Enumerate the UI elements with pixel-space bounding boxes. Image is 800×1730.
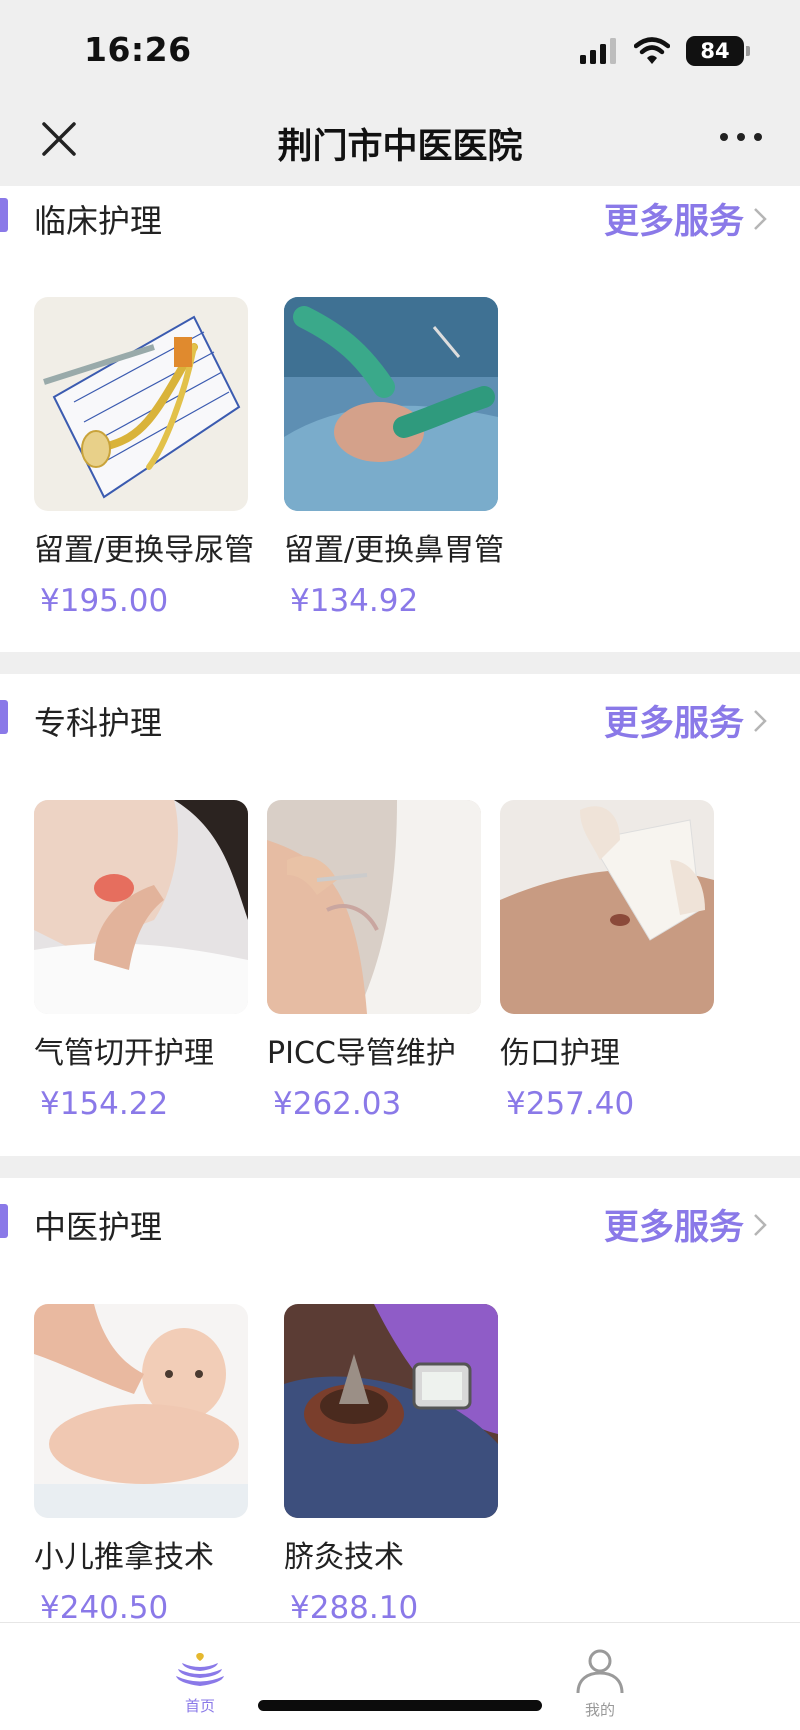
service-name: 气管切开护理 [34,1036,214,1071]
tab-mine[interactable]: 我的 [555,1649,645,1720]
more-services-link[interactable]: 更多服务 [604,1199,768,1250]
service-image [284,297,498,511]
service-name: PICC导管维护 [267,1036,456,1071]
service-image [284,1304,498,1518]
service-price: ¥288.10 [290,1590,419,1622]
section-accent-bar [0,1204,8,1238]
chevron-right-icon [754,1213,767,1236]
status-time: 16:26 [84,30,192,69]
service-image [34,1304,248,1518]
battery-icon: 84 [686,36,750,66]
section-title: 专科护理 [34,704,163,742]
nav-bar: 荆门市中医医院 [0,92,800,186]
section-specialist-nursing: 专科护理 更多服务 气管切开护理 ¥154.22 PICC导管维护 ¥262.0… [0,674,800,1156]
service-card-pediatric-massage[interactable]: 小儿推拿技术 ¥240.50 [34,1304,248,1622]
wifi-icon [634,37,670,64]
home-indicator [258,1700,542,1711]
more-options-icon[interactable] [718,122,764,152]
section-divider [0,652,800,674]
service-image [34,800,248,1014]
tab-home[interactable]: 首页 [155,1649,245,1716]
section-title: 中医护理 [34,1208,163,1246]
service-card-nasogastric-tube[interactable]: 留置/更换鼻胃管 ¥134.92 [284,297,505,619]
more-services-label: 更多服务 [603,202,744,242]
service-card-navel-moxibustion[interactable]: 脐灸技术 ¥288.10 [284,1304,498,1622]
service-price: ¥240.50 [40,1590,169,1622]
section-accent-bar [0,198,8,232]
status-icons: 84 [580,36,750,66]
more-services-label: 更多服务 [603,704,744,744]
service-name: 留置/更换鼻胃管 [284,533,505,568]
service-card-wound-care[interactable]: 伤口护理 ¥257.40 [500,800,714,1122]
status-bar: 16:26 84 [0,0,800,92]
chevron-right-icon [754,709,767,732]
cellular-signal-icon [580,38,616,64]
more-services-link[interactable]: 更多服务 [604,193,768,244]
service-name: 留置/更换导尿管 [34,533,255,568]
section-tcm-nursing: 中医护理 更多服务 小儿推拿技术 ¥240.50 脐灸技术 ¥288.10 [0,1178,800,1622]
section-divider [0,1156,800,1178]
chevron-right-icon [754,207,767,230]
service-image [267,800,481,1014]
service-price: ¥262.03 [273,1086,402,1122]
service-price: ¥154.22 [40,1086,169,1122]
section-title: 临床护理 [34,202,163,240]
tab-home-label: 首页 [184,1697,215,1715]
service-price: ¥134.92 [290,583,419,619]
section-clinical-nursing: 临床护理 更多服务 留置/更换导尿管 ¥195.00 留置/更换鼻胃管 ¥134… [0,186,800,652]
service-price: ¥195.00 [40,583,169,619]
service-image [34,297,248,511]
section-accent-bar [0,700,8,734]
service-name: 伤口护理 [500,1036,620,1071]
service-name: 小儿推拿技术 [34,1540,214,1575]
service-card-urinary-catheter[interactable]: 留置/更换导尿管 ¥195.00 [34,297,255,619]
bottom-tab-bar: 首页 我的 [0,1622,800,1730]
service-price: ¥257.40 [506,1086,635,1122]
more-services-label: 更多服务 [603,1208,744,1248]
home-logo-icon [176,1653,224,1686]
service-name: 脐灸技术 [284,1540,404,1575]
service-list[interactable]: 临床护理 更多服务 留置/更换导尿管 ¥195.00 留置/更换鼻胃管 ¥134… [0,186,800,1622]
more-services-link[interactable]: 更多服务 [604,695,768,746]
service-card-picc-maintenance[interactable]: PICC导管维护 ¥262.03 [267,800,481,1122]
service-card-tracheostomy-care[interactable]: 气管切开护理 ¥154.22 [34,800,248,1122]
page-title: 荆门市中医医院 [277,127,523,167]
user-profile-icon [576,1649,624,1694]
service-image [500,800,714,1014]
tab-mine-label: 我的 [584,1701,615,1719]
